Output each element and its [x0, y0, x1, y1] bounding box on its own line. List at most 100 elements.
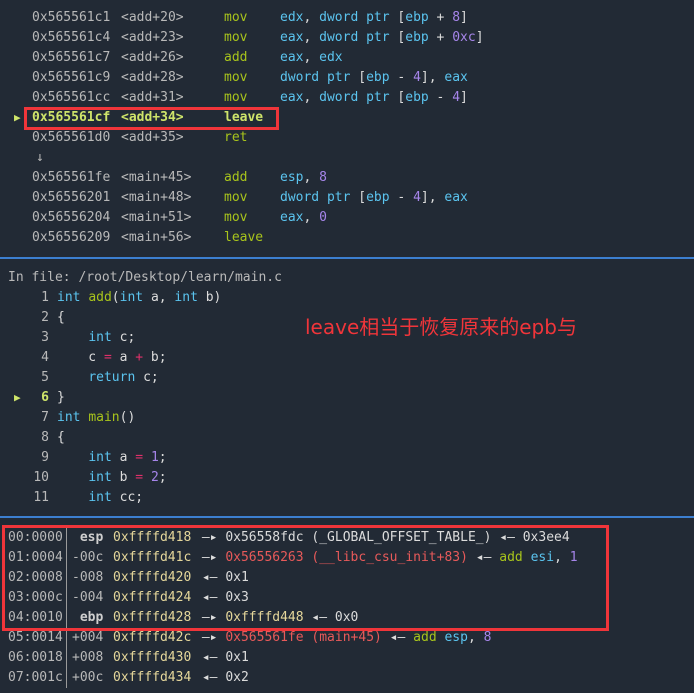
instruction-mnemonic: ret	[224, 130, 248, 145]
token: —▸	[194, 630, 226, 645]
disasm-row: 0x565561c7 <add+26> add eax, edx	[0, 48, 694, 68]
token: ◂—	[194, 650, 226, 665]
instruction-address: 0x56556201	[32, 190, 111, 205]
line-number: 11	[33, 490, 49, 505]
token: add	[88, 290, 112, 305]
stack-index: 06:0018	[8, 650, 63, 665]
stack-offset: +00c	[72, 670, 104, 685]
line-number: 9	[41, 450, 49, 465]
token: esp	[280, 170, 304, 185]
disasm-row: 0x56556209 <main+56> leave	[0, 228, 694, 248]
stack-row: 07:001c +00c 0xffffd434 ◂— 0x2	[0, 668, 694, 688]
token: ;	[158, 450, 167, 465]
token: 4	[413, 190, 421, 205]
token-group: int main()	[57, 408, 135, 428]
instruction-mnemonic: add	[224, 170, 248, 185]
instruction-mnemonic: add	[224, 50, 248, 65]
token: ,	[303, 10, 320, 25]
token: [	[358, 70, 367, 85]
stack-index: 05:0014	[8, 630, 63, 645]
line-number: 8	[41, 430, 49, 445]
separator	[0, 257, 694, 259]
token: ,	[303, 50, 320, 65]
token: add	[413, 630, 445, 645]
token: =	[135, 450, 144, 465]
instruction-address: 0x565561cc	[32, 90, 111, 105]
token: eax	[280, 30, 304, 45]
line-number: 2	[41, 310, 49, 325]
token: eax	[444, 70, 468, 85]
jump-arrow-icon: ↓	[36, 150, 44, 165]
token: eax	[444, 190, 468, 205]
token: ;	[158, 470, 167, 485]
line-number: 5	[41, 370, 49, 385]
token-group: —▸ 0x565561fe (main+45) ◂— add esp, 8	[194, 628, 492, 648]
token-group: int add(int a, int b)	[57, 288, 221, 308]
instruction-address: 0x565561fe	[32, 170, 111, 185]
token-group: c = a + b;	[57, 348, 166, 368]
token: =	[135, 470, 144, 485]
token: 2	[150, 470, 159, 485]
instruction-address: 0x565561c1	[32, 10, 111, 25]
token: 4	[452, 90, 461, 105]
token: int	[88, 330, 120, 345]
token: return	[88, 370, 144, 385]
token: ,	[303, 90, 320, 105]
token: ]	[460, 90, 468, 105]
token-group: int a = 1;	[57, 448, 167, 468]
token-group: ◂— 0x2	[194, 668, 249, 688]
token: 0xc	[452, 30, 476, 45]
token: dword ptr	[319, 30, 398, 45]
token: main	[88, 410, 120, 425]
instruction-mnemonic: mov	[224, 70, 248, 85]
token: 0x565561fe (main+45)	[225, 630, 382, 645]
token-group: eax, dword ptr [ebp + 0xc]	[280, 28, 484, 48]
stack-index: 07:001c	[8, 670, 63, 685]
token-group: {	[57, 308, 65, 328]
instruction-mnemonic: leave	[224, 230, 264, 245]
token: 8	[319, 170, 327, 185]
separator	[0, 516, 694, 518]
token: b	[119, 470, 136, 485]
token: ebp	[366, 190, 390, 205]
token-group: }	[57, 388, 65, 408]
instruction-symbol: <add+28>	[121, 70, 184, 85]
instruction-address: 0x565561c4	[32, 30, 111, 45]
token: -	[389, 190, 414, 205]
instruction-mnemonic: mov	[224, 190, 248, 205]
token-group: int b = 2;	[57, 468, 167, 488]
instruction-symbol: <main+48>	[121, 190, 192, 205]
token: ebp	[405, 30, 429, 45]
token-group: int c;	[57, 328, 135, 348]
token-group: esp, 8	[280, 168, 327, 188]
token: dword ptr	[319, 90, 398, 105]
token: 4	[413, 70, 421, 85]
token: ],	[420, 190, 445, 205]
instruction-address: 0x56556204	[32, 210, 111, 225]
token: {	[57, 310, 65, 325]
token: int	[119, 290, 151, 305]
highlight-box-stack-frame	[2, 525, 609, 631]
stack-offset: +004	[72, 630, 104, 645]
token: -	[428, 90, 453, 105]
token-group: int cc;	[57, 488, 143, 508]
token: ]	[460, 10, 468, 25]
instruction-mnemonic: mov	[224, 210, 248, 225]
stack-row: 05:0014 +004 0xffffd42c —▸ 0x565561fe (mai…	[0, 628, 694, 648]
line-number: 4	[41, 350, 49, 365]
token: b)	[205, 290, 222, 305]
token: eax	[280, 210, 304, 225]
source-line: 4 c = a + b;	[0, 348, 694, 368]
source-line: 5 return c;	[0, 368, 694, 388]
source-line: 7 int main()	[0, 408, 694, 428]
token: edx	[319, 50, 343, 65]
instruction-mnemonic: mov	[224, 30, 248, 45]
token: +	[428, 30, 453, 45]
token: (	[111, 290, 120, 305]
